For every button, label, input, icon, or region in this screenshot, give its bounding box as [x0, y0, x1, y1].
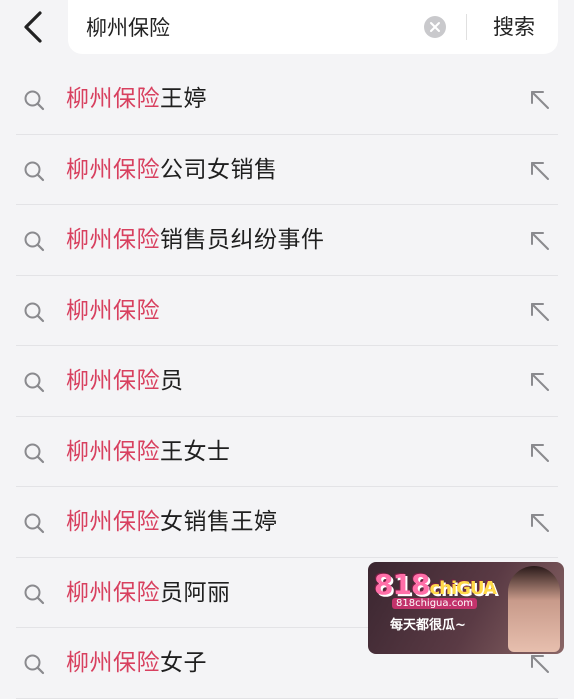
ad-slogan: 每天都很瓜~ [390, 618, 466, 633]
suggestion-item[interactable]: 柳州保险王女士 [0, 417, 574, 487]
search-icon [24, 513, 45, 534]
suggestion-rest: 员 [160, 368, 184, 394]
fill-query-arrow-icon[interactable] [528, 652, 552, 676]
suggestion-text: 柳州保险员阿丽 [66, 576, 231, 610]
suggestion-rest: 王女士 [160, 438, 231, 465]
ad-url: 818chigua.com [392, 598, 478, 609]
ad-person-image [508, 566, 560, 652]
fill-query-arrow-icon[interactable] [528, 300, 552, 324]
suggestion-text: 柳州保险女子 [66, 646, 207, 680]
suggestion-highlight: 柳州保险 [66, 509, 160, 535]
search-button[interactable]: 搜索 [482, 10, 546, 44]
suggestion-rest: 女销售王婷 [160, 509, 278, 535]
suggestion-text: 柳州保险公司女销售 [66, 153, 278, 187]
fill-query-arrow-icon[interactable] [528, 88, 552, 112]
suggestion-item[interactable]: 柳州保险王婷 [0, 64, 574, 135]
suggestion-text: 柳州保险王女士 [66, 435, 231, 469]
row-divider [16, 697, 558, 699]
suggestion-text: 柳州保险王婷 [66, 82, 207, 116]
search-input[interactable] [86, 10, 406, 44]
suggestion-highlight: 柳州保险 [66, 227, 160, 253]
suggestion-item[interactable]: 柳州保险员 [0, 346, 574, 417]
search-icon [24, 443, 45, 463]
suggestion-rest: 公司女销售 [160, 156, 278, 183]
search-icon [24, 90, 45, 111]
search-icon [24, 654, 45, 675]
fill-query-arrow-icon[interactable] [528, 229, 552, 253]
suggestion-text: 柳州保险女销售王婷 [66, 505, 278, 539]
suggestion-item[interactable]: 柳州保险 [0, 276, 574, 346]
divider [466, 14, 467, 40]
fill-query-arrow-icon[interactable] [528, 511, 552, 535]
ad-logo: 818chiGUA [374, 568, 497, 601]
search-icon [24, 584, 45, 604]
search-box: 搜索 [68, 0, 558, 54]
suggestion-rest: 销售员纠纷事件 [160, 227, 325, 253]
search-header: 搜索 [0, 0, 574, 58]
suggestion-highlight: 柳州保险 [66, 368, 160, 394]
suggestion-text: 柳州保险员 [66, 364, 184, 398]
clear-circle-icon [430, 22, 440, 32]
watermark-ad[interactable]: 818chiGUA 818chigua.com 每天都很瓜~ [368, 562, 564, 654]
search-icon [24, 161, 45, 181]
suggestion-rest: 王婷 [160, 86, 207, 112]
suggestion-text: 柳州保险销售员纠纷事件 [66, 223, 325, 257]
suggestion-item[interactable]: 柳州保险公司女销售 [0, 135, 574, 205]
fill-query-arrow-icon[interactable] [528, 441, 552, 465]
suggestion-highlight: 柳州保险 [66, 650, 160, 676]
fill-query-arrow-icon[interactable] [528, 159, 552, 183]
suggestion-highlight: 柳州保险 [66, 438, 160, 465]
back-button[interactable] [16, 8, 50, 46]
suggestion-rest: 员阿丽 [160, 579, 231, 606]
suggestion-text: 柳州保险 [66, 294, 160, 328]
suggestion-highlight: 柳州保险 [66, 579, 160, 606]
search-icon [24, 231, 45, 252]
suggestion-highlight: 柳州保险 [66, 297, 160, 324]
chevron-left-icon [24, 11, 42, 43]
suggestion-highlight: 柳州保险 [66, 86, 160, 112]
search-icon [24, 302, 45, 322]
clear-button[interactable] [424, 16, 446, 38]
suggestion-highlight: 柳州保险 [66, 156, 160, 183]
fill-query-arrow-icon[interactable] [528, 370, 552, 394]
suggestion-item[interactable]: 柳州保险销售员纠纷事件 [0, 205, 574, 276]
suggestion-rest: 女子 [160, 650, 207, 676]
search-icon [24, 372, 45, 393]
suggestion-item[interactable]: 柳州保险女销售王婷 [0, 487, 574, 558]
